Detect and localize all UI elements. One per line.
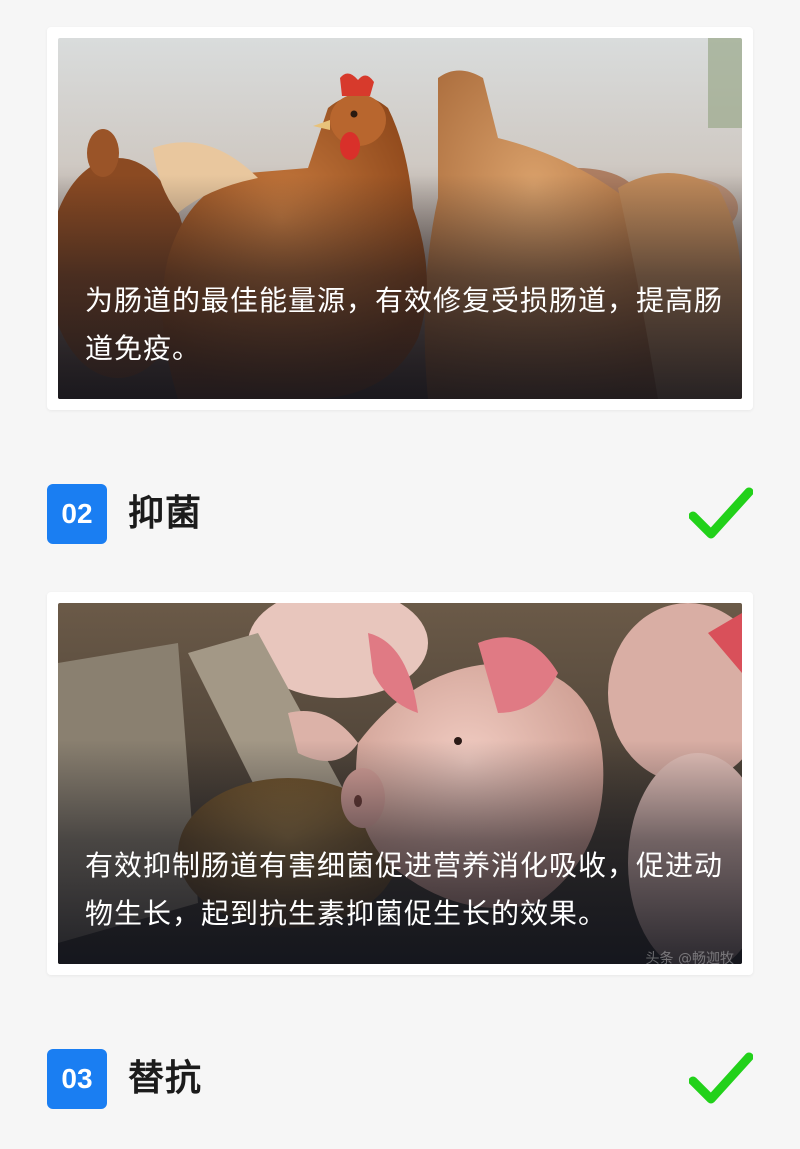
piglets-photo: 有效抑制肠道有害细菌促进营养消化吸收，促进动物生长，起到抗生素抑菌促生长的效果。…: [58, 603, 742, 964]
section-number-badge: 02: [47, 484, 107, 544]
section-02-header: 02 抑菌: [47, 484, 753, 546]
hens-card: 为肠道的最佳能量源，有效修复受损肠道，提高肠道免疫。: [47, 27, 753, 410]
piglets-card: 有效抑制肠道有害细菌促进营养消化吸收，促进动物生长，起到抗生素抑菌促生长的效果。…: [47, 592, 753, 975]
section-number-badge: 03: [47, 1049, 107, 1109]
section-03-header: 03 替抗: [47, 1049, 753, 1111]
section-title: 抑菌: [128, 493, 203, 534]
piglets-caption: 有效抑制肠道有害细菌促进营养消化吸收，促进动物生长，起到抗生素抑菌促生长的效果。: [85, 849, 724, 930]
check-icon: [689, 1052, 753, 1104]
hens-photo: 为肠道的最佳能量源，有效修复受损肠道，提高肠道免疫。: [58, 38, 742, 399]
section-title: 替抗: [128, 1058, 203, 1099]
watermark: 头条 @畅迦牧: [645, 951, 734, 964]
check-icon: [689, 487, 753, 539]
hens-caption: 为肠道的最佳能量源，有效修复受损肠道，提高肠道免疫。: [85, 284, 724, 365]
